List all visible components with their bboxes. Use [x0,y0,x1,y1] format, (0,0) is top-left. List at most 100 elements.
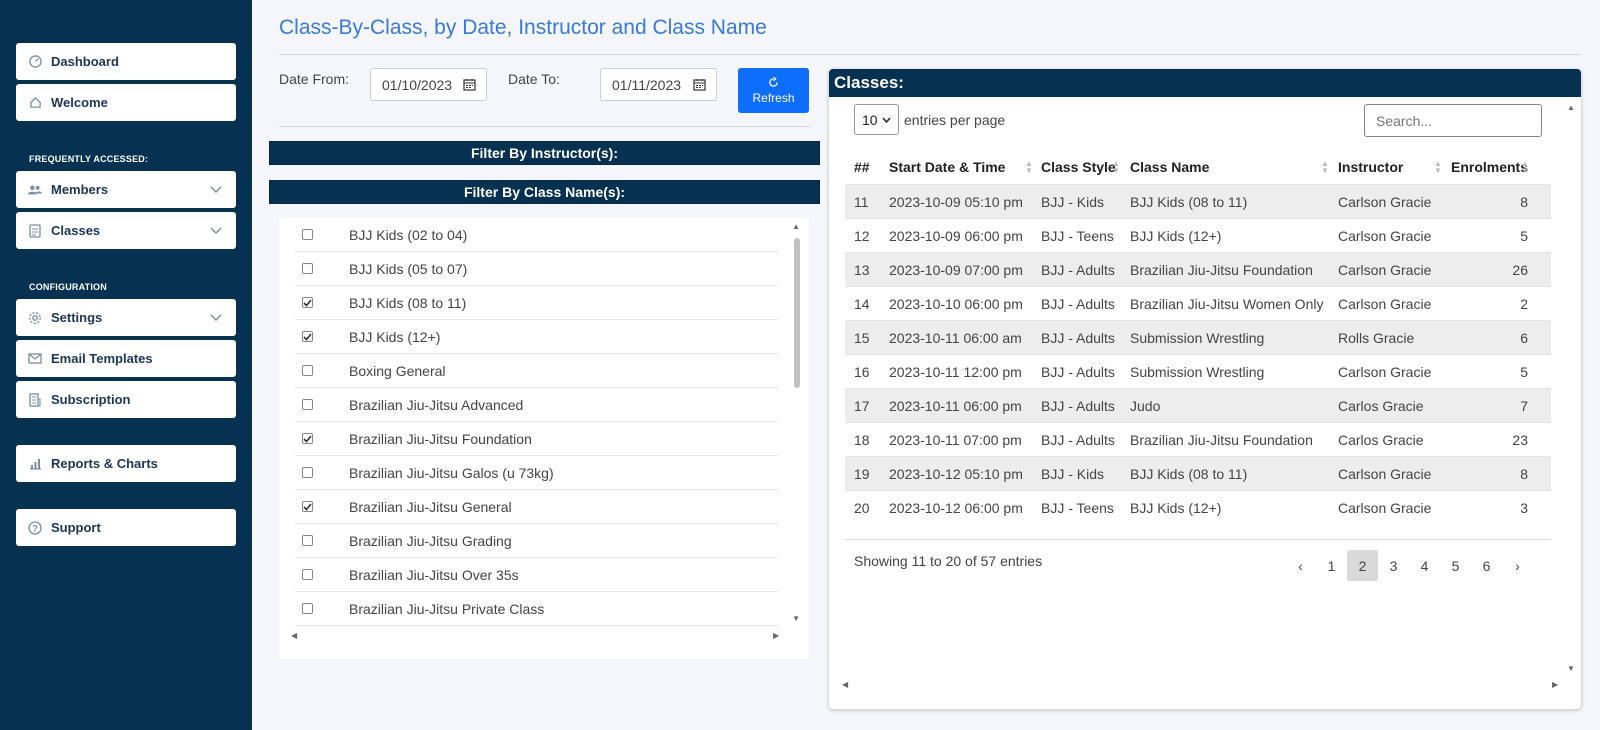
table-row[interactable]: 17 2023-10-11 06:00 pm BJJ - Adults Judo Car… [845,388,1551,423]
pagination-page[interactable]: 6 [1471,550,1502,581]
table-cell: BJJ Kids (12+) [1130,500,1222,516]
table-cell: 20 [854,500,870,516]
class-name-option[interactable]: Brazilian Jiu-Jitsu General [295,490,778,524]
class-name-checkbox[interactable] [302,365,313,376]
class-name-option[interactable]: BJJ Kids (02 to 04) [295,218,778,252]
column-header[interactable]: ## [854,149,870,184]
scroll-right-arrow-icon[interactable]: ▶ [773,631,779,640]
class-name-option[interactable]: BJJ Kids (08 to 11) [295,286,778,320]
nav-email-templates[interactable]: Email Templates [16,340,236,377]
scroll-right-arrow-icon[interactable]: ▶ [1552,680,1558,689]
refresh-button[interactable]: Refresh [738,68,809,113]
nav-subscription[interactable]: Subscription [16,381,236,418]
column-header[interactable]: Class Style [1041,149,1116,184]
class-name-option[interactable]: Brazilian Jiu-Jitsu Advanced [295,388,778,422]
scroll-left-arrow-icon[interactable]: ◀ [842,680,848,689]
pagination-page[interactable]: 1 [1316,550,1347,581]
table-row[interactable]: 11 2023-10-09 05:10 pm BJJ - Kids BJJ Kids … [845,184,1551,219]
table-row[interactable]: 13 2023-10-09 07:00 pm BJJ - Adults Brazili… [845,252,1551,287]
date-to-input[interactable]: 01/11/2023 [600,68,717,101]
entries-per-page-select[interactable]: 10 [854,104,899,135]
table-cell: Carlson Gracie [1338,262,1432,278]
class-name-checkbox[interactable] [302,467,313,478]
nav-support[interactable]: ? Support [16,509,236,546]
class-name-option[interactable]: Brazilian Jiu-Jitsu Grading [295,524,778,558]
table-cell: 2023-10-10 06:00 pm [889,296,1023,312]
table-cell: BJJ - Adults [1041,296,1115,312]
table-row[interactable]: 20 2023-10-12 06:00 pm BJJ - Teens BJJ Kids… [845,490,1551,525]
pagination-page[interactable]: 5 [1440,550,1471,581]
entries-per-page: 10 entries per page [854,104,1005,135]
table-cell: 2023-10-09 05:10 pm [889,194,1023,210]
class-name-checkbox[interactable] [302,535,313,546]
class-name-option[interactable]: BJJ Kids (05 to 07) [295,252,778,286]
nav-settings-label: Settings [51,310,103,325]
table-cell: BJJ - Adults [1041,398,1115,414]
scroll-down-arrow-icon[interactable]: ▼ [1567,664,1575,673]
class-name-checkbox[interactable] [302,603,313,614]
column-header[interactable]: Enrolments [1451,149,1528,184]
class-name-option[interactable]: Brazilian Jiu-Jitsu Over 35s [295,558,778,592]
table-row[interactable]: 16 2023-10-11 12:00 pm BJJ - Adults Submiss… [845,354,1551,389]
nav-welcome[interactable]: Welcome [16,84,236,121]
table-cell: 16 [854,364,870,380]
class-name-checkbox[interactable] [302,297,313,308]
search-input[interactable] [1364,104,1542,137]
class-name-option[interactable]: Brazilian Jiu-Jitsu Private Class [295,592,778,626]
table-row[interactable]: 19 2023-10-12 05:10 pm BJJ - Kids BJJ Kids … [845,456,1551,491]
class-name-checkbox[interactable] [302,263,313,274]
table-row[interactable]: 18 2023-10-11 07:00 pm BJJ - Adults Brazili… [845,422,1551,457]
sort-icon[interactable]: ▲ ▼ [1112,160,1120,175]
nav-dashboard[interactable]: Dashboard [16,43,236,80]
sort-icon[interactable]: ▲ ▼ [1321,160,1329,175]
nav-subscription-label: Subscription [51,392,131,407]
nav-settings[interactable]: Settings [16,299,236,336]
scroll-up-arrow-icon[interactable]: ▲ [792,222,800,231]
table-cell: Brazilian Jiu-Jitsu Foundation [1130,432,1313,448]
nav-classes[interactable]: Classes [16,212,236,249]
table-cell: BJJ Kids (08 to 11) [1130,194,1248,210]
pagination-prev[interactable]: ‹ [1285,550,1316,581]
class-name-option[interactable]: BJJ Kids (12+) [295,320,778,354]
scroll-up-arrow-icon[interactable]: ▲ [1567,103,1575,112]
filter-by-class-name-bar[interactable]: Filter By Class Name(s): [269,180,820,204]
calendar-icon[interactable] [463,78,476,94]
date-from-input[interactable]: 01/10/2023 [370,68,487,101]
column-header[interactable]: Start Date & Time [889,149,1005,184]
column-header[interactable]: Instructor [1338,149,1403,184]
table-cell: 13 [854,262,870,278]
class-name-checkbox[interactable] [302,229,313,240]
pagination-page[interactable]: 4 [1409,550,1440,581]
table-cell: 2023-10-12 05:10 pm [889,466,1023,482]
class-name-checkbox[interactable] [302,569,313,580]
pagination-page[interactable]: 3 [1378,550,1409,581]
column-header[interactable]: Class Name [1130,149,1209,184]
column-header-label: Start Date & Time [889,158,1006,175]
nav-reports-charts[interactable]: Reports & Charts [16,445,236,482]
filter-by-instructor-bar[interactable]: Filter By Instructor(s): [269,141,820,165]
class-name-checkbox[interactable] [302,433,313,444]
sort-icon[interactable]: ▲ ▼ [1434,160,1442,175]
pagination-next[interactable]: › [1502,550,1533,581]
table-row[interactable]: 15 2023-10-11 06:00 am BJJ - Adults Submiss… [845,320,1551,355]
pagination-page[interactable]: 2 [1347,550,1378,581]
table-header: ## Start Date & Time ▲ ▼ Class Style ▲ ▼ Class … [845,149,1551,184]
table-cell: Brazilian Jiu-Jitsu Foundation [1130,262,1313,278]
class-name-checkbox[interactable] [302,331,313,342]
nav-support-label: Support [51,520,101,535]
class-name-checkbox[interactable] [302,501,313,512]
nav-members[interactable]: Members [16,171,236,208]
class-name-option[interactable]: Boxing General [295,354,778,388]
table-row[interactable]: 12 2023-10-09 06:00 pm BJJ - Teens BJJ Kids… [845,218,1551,253]
calendar-icon[interactable] [693,78,706,94]
class-name-option[interactable]: Brazilian Jiu-Jitsu Galos (u 73kg) [295,456,778,490]
class-name-option[interactable]: Brazilian Jiu-Jitsu Foundation [295,422,778,456]
table-cell: BJJ - Kids [1041,466,1105,482]
vertical-scrollbar[interactable] [794,238,800,388]
table-row[interactable]: 14 2023-10-10 06:00 pm BJJ - Adults Brazili… [845,286,1551,321]
sort-icon[interactable]: ▲ ▼ [1521,160,1529,175]
sort-icon[interactable]: ▲ ▼ [1025,160,1033,175]
scroll-down-arrow-icon[interactable]: ▼ [792,614,800,623]
class-name-checkbox[interactable] [302,399,313,410]
scroll-left-arrow-icon[interactable]: ◀ [291,631,297,640]
